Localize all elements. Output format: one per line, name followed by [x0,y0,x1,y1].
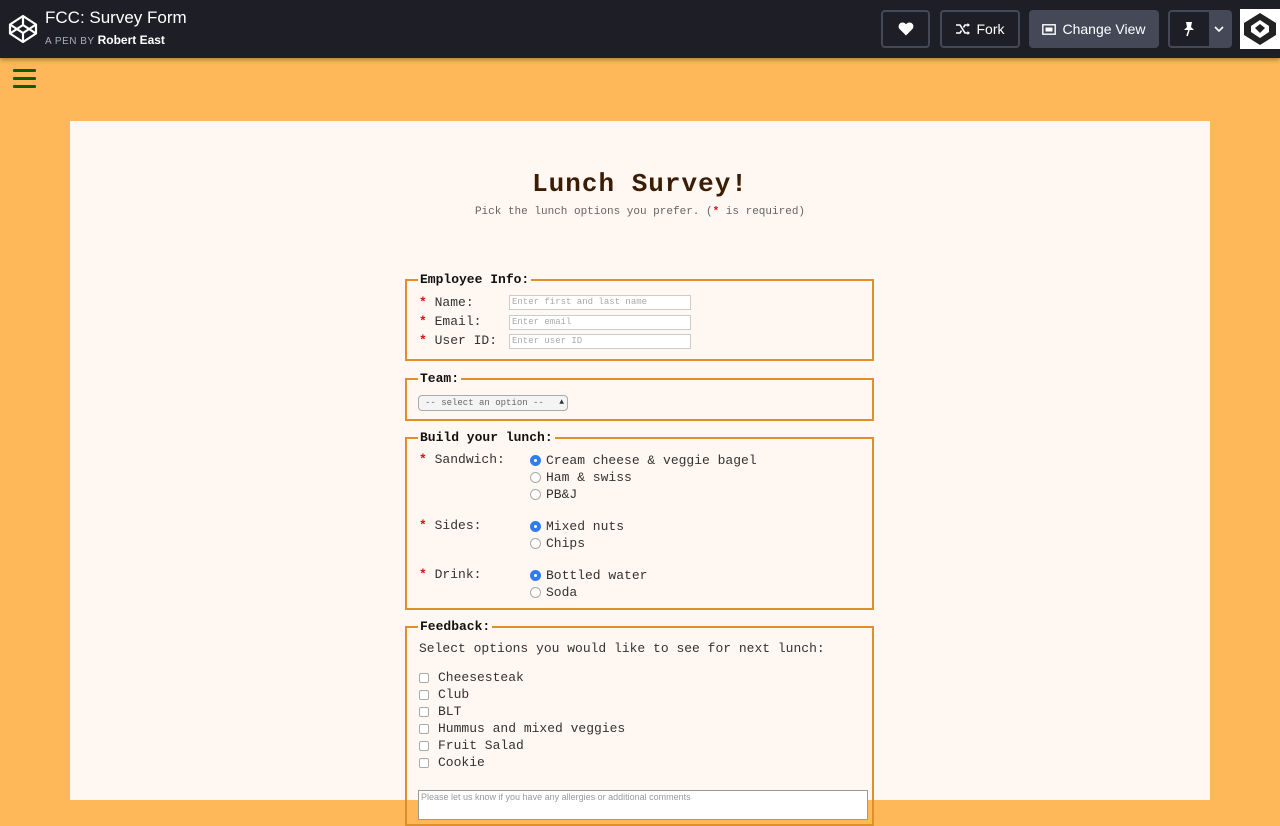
sides-option[interactable]: Mixed nuts [528,518,624,535]
drink-option[interactable]: Bottled water [528,567,647,584]
build-lunch-fieldset: Build your lunch: * Sandwich: Cream chee… [405,430,874,610]
team-select-value: -- select an option -- [425,398,544,408]
sandwich-label: Sandwich: [434,452,505,467]
page-title: Lunch Survey! [532,169,748,199]
option-label: Cheesesteak [438,670,524,685]
radio[interactable] [530,472,541,483]
select-arrows-icon: ▲ [559,398,564,407]
layout-icon [1042,23,1057,35]
team-select[interactable]: -- select an option -- ▲ [418,395,568,411]
name-input[interactable]: Enter first and last name [509,295,691,310]
change-view-label: Change View [1062,21,1146,37]
employee-info-fieldset: Employee Info: * Name: Enter first and l… [405,272,874,361]
sandwich-row: * Sandwich: [419,452,505,467]
hamburger-menu-icon[interactable] [13,69,36,88]
sandwich-option[interactable]: Cream cheese & veggie bagel [528,452,757,469]
checkbox[interactable] [419,723,429,734]
checkbox[interactable] [419,689,429,700]
radio[interactable] [530,587,541,598]
pin-icon [1184,22,1195,37]
option-label: Ham & swiss [546,470,632,485]
heart-icon [898,22,913,36]
subtitle-suffix: is required) [719,206,806,218]
user-avatar[interactable] [1240,9,1280,49]
survey-card: Lunch Survey! Pick the lunch options you… [70,121,1210,826]
option-label: BLT [438,704,462,719]
fork-button[interactable]: Fork [940,10,1020,48]
drink-label: Drink: [434,567,482,582]
sides-row: * Sides: [419,518,481,533]
drink-row: * Drink: [419,567,481,582]
required-star: * [419,333,427,348]
page-subtitle: Pick the lunch options you prefer. (* is… [70,206,1210,218]
option-label: Cream cheese & veggie bagel [546,453,757,468]
option-label: Fruit Salad [438,738,524,753]
required-star: * [419,567,427,582]
fork-icon [955,23,970,35]
feedback-option[interactable]: Cheesesteak [419,669,524,686]
option-label: Hummus and mixed veggies [438,721,626,736]
feedback-fieldset: Feedback: Select options you would like … [405,619,874,826]
feedback-option[interactable]: Fruit Salad [419,737,524,754]
pin-menu-button[interactable] [1208,12,1230,46]
codepen-header: FCC: Survey Form A PEN BY Robert East For… [0,0,1280,58]
user-id-input[interactable]: Enter user ID [509,334,691,349]
option-label: Cookie [438,755,485,770]
feedback-prompt: Select options you would like to see for… [419,641,825,656]
sandwich-option[interactable]: Ham & swiss [528,469,632,486]
radio-checked[interactable] [530,521,541,532]
pen-by-label: A PEN BY [45,36,95,47]
checkbox[interactable] [419,706,429,717]
pin-button-group [1168,10,1232,48]
radio-checked[interactable] [530,455,541,466]
avatar-image [1240,9,1280,49]
build-lunch-legend: Build your lunch: [418,430,555,446]
love-button[interactable] [881,10,930,48]
checkbox[interactable] [419,740,429,751]
sides-label: Sides: [434,518,482,533]
team-fieldset: Team: -- select an option -- ▲ [405,371,874,421]
feedback-option[interactable]: BLT [419,703,461,720]
required-star: * [419,295,427,310]
pen-title[interactable]: FCC: Survey Form [45,8,187,28]
pen-byline: A PEN BY Robert East [45,33,165,47]
radio[interactable] [530,489,541,500]
codepen-logo-icon[interactable] [7,13,39,45]
radio[interactable] [530,538,541,549]
sandwich-option[interactable]: PB&J [528,486,577,503]
radio-checked[interactable] [530,570,541,581]
chevron-down-icon [1214,26,1224,32]
team-legend: Team: [418,371,462,387]
change-view-button[interactable]: Change View [1029,10,1159,48]
option-label: Mixed nuts [546,519,625,534]
comments-textarea[interactable]: Please let us know if you have any aller… [418,790,868,820]
checkbox[interactable] [419,672,429,683]
feedback-option[interactable]: Club [419,686,469,703]
required-star: * [419,452,427,467]
option-label: Bottled water [546,568,648,583]
option-label: Soda [546,585,578,600]
required-star: * [419,518,427,533]
fork-label: Fork [976,21,1005,37]
option-label: Club [438,687,470,702]
subtitle-text: Pick the lunch options you prefer. ( [474,206,713,218]
option-label: PB&J [546,487,578,502]
feedback-option[interactable]: Hummus and mixed veggies [419,720,625,737]
option-label: Chips [546,536,586,551]
required-star: * [419,314,427,329]
email-input[interactable]: Enter email [509,315,691,330]
checkbox[interactable] [419,757,429,768]
feedback-legend: Feedback: [418,619,493,635]
sides-option[interactable]: Chips [528,535,585,552]
author-link[interactable]: Robert East [98,33,165,47]
feedback-option[interactable]: Cookie [419,754,485,771]
drink-option[interactable]: Soda [528,584,577,601]
pin-button[interactable] [1170,12,1209,46]
employee-info-legend: Employee Info: [418,272,532,288]
